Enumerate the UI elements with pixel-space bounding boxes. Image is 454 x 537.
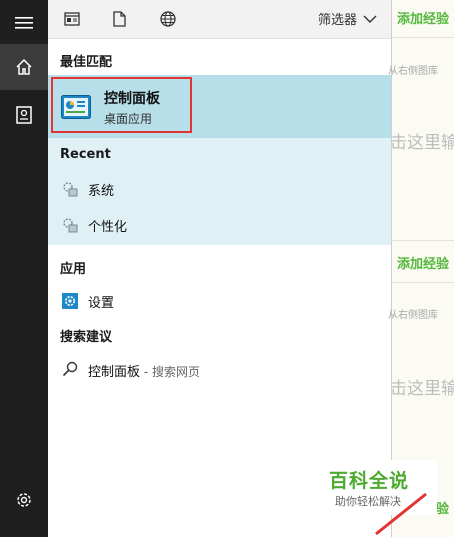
settings-gear-icon <box>17 493 31 507</box>
divider <box>392 37 454 38</box>
recent-item-system[interactable]: 系统 <box>48 172 391 206</box>
window-icon <box>64 12 80 26</box>
suggestion-suffix: - 搜索网页 <box>140 365 200 379</box>
app-item-label: 设置 <box>88 296 115 311</box>
annotation-arrow-icon <box>375 492 427 536</box>
recent-item-label: 个性化 <box>88 220 128 235</box>
add-experience-link[interactable]: 添加经验 <box>397 8 449 27</box>
home-icon <box>16 58 32 75</box>
chevron-down-icon <box>363 15 377 23</box>
suggestion-text: 控制面板 - 搜索网页 <box>88 361 200 380</box>
image-hint-text: 从右侧图库 <box>388 66 438 77</box>
section-header-recent: Recent <box>60 147 111 162</box>
results-toolbar: 筛选器 <box>48 0 391 39</box>
home-button[interactable] <box>0 44 48 90</box>
notebook-icon <box>16 106 32 124</box>
best-match-result[interactable]: 控制面板 桌面应用 <box>48 75 391 138</box>
documents-filter-button[interactable] <box>64 11 80 30</box>
input-placeholder-text: 击这里输 <box>390 379 454 399</box>
file-filter-button[interactable] <box>112 11 126 31</box>
input-placeholder-text: 击这里输 <box>390 133 454 153</box>
settings-app-icon <box>62 293 78 313</box>
control-panel-small-icon <box>62 181 78 201</box>
divider <box>392 282 454 283</box>
hamburger-menu-button[interactable] <box>0 0 48 46</box>
filter-label: 筛选器 <box>317 13 357 28</box>
section-header-search-suggestions: 搜索建议 <box>60 330 113 345</box>
divider <box>392 240 454 241</box>
search-icon <box>62 361 78 381</box>
search-suggestion-item[interactable]: 控制面板 - 搜索网页 <box>48 353 391 387</box>
background-webpage: 添加经验 从右侧图库 击这里输 添加经验 从右侧图库 击这里输 添加经验 <box>388 0 454 537</box>
document-icon <box>113 11 126 27</box>
left-rail <box>0 0 48 537</box>
recent-item-personalization[interactable]: 个性化 <box>48 208 391 242</box>
search-results-panel: 筛选器 最佳匹配 控制面板 桌面应用 Recent 系统 个性化 应用 设置 搜… <box>48 0 391 537</box>
suggestion-query: 控制面板 <box>88 365 141 380</box>
globe-icon <box>160 11 176 27</box>
control-panel-small-icon <box>62 217 78 237</box>
control-panel-icon <box>61 95 91 119</box>
best-match-subtitle: 桌面应用 <box>104 112 153 126</box>
recent-item-label: 系统 <box>88 184 115 199</box>
section-header-best-match: 最佳匹配 <box>60 55 113 70</box>
recent-section: Recent 系统 个性化 <box>48 138 391 245</box>
hamburger-menu-icon <box>15 17 33 29</box>
app-item-settings[interactable]: 设置 <box>48 284 391 318</box>
notebook-button[interactable] <box>0 92 48 138</box>
web-filter-button[interactable] <box>160 11 176 31</box>
section-header-apps: 应用 <box>60 262 87 277</box>
settings-button[interactable] <box>0 477 48 523</box>
add-experience-link[interactable]: 添加经验 <box>397 253 449 272</box>
filter-dropdown[interactable]: 筛选器 <box>318 9 377 28</box>
best-match-title: 控制面板 <box>104 91 160 107</box>
image-hint-text: 从右侧图库 <box>388 310 438 321</box>
